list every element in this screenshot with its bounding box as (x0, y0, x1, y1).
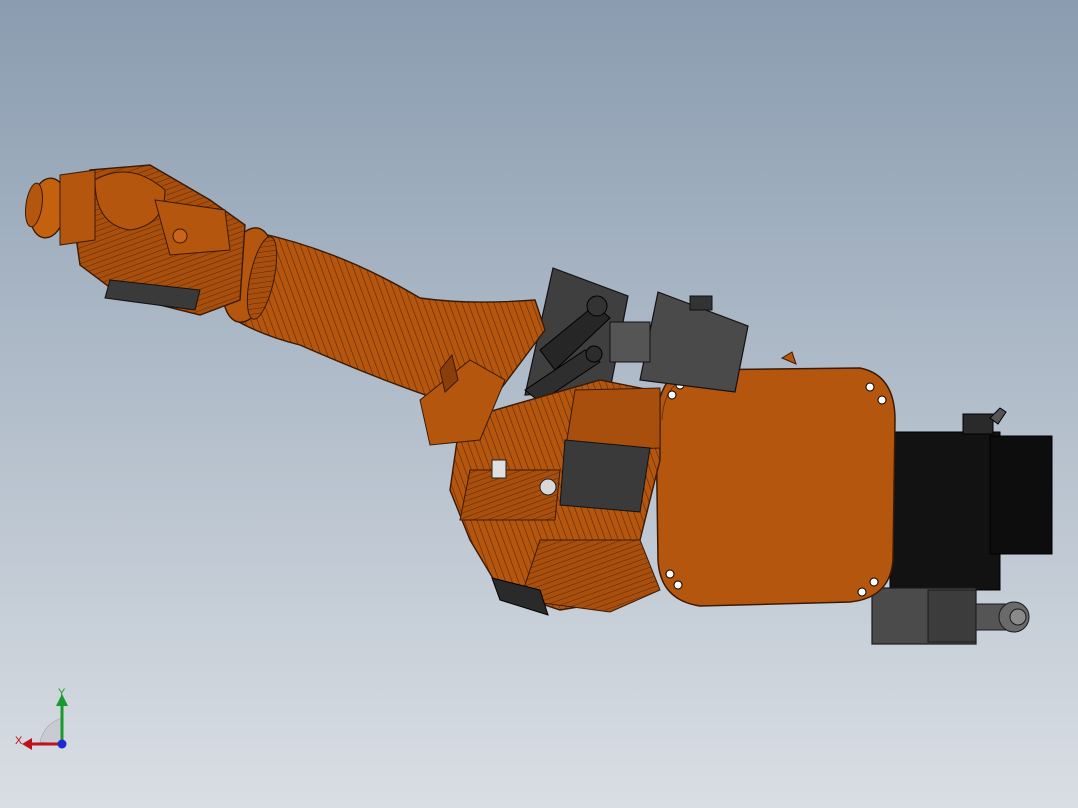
robot-arm-model[interactable] (0, 0, 1078, 808)
tool-flange[interactable] (23, 169, 96, 246)
graphics-viewport[interactable]: X Y (0, 0, 1078, 808)
bracket (780, 351, 797, 365)
forearm-wrist[interactable] (74, 164, 246, 316)
y-axis-label: Y (58, 687, 66, 699)
axis1-motor[interactable] (871, 587, 1030, 645)
x-axis-arrowhead (22, 738, 32, 750)
coordinate-triad: X Y (15, 687, 68, 750)
x-axis-label: X (15, 735, 23, 747)
z-axis-dot (57, 739, 67, 749)
base-motor-block[interactable] (889, 407, 1053, 591)
base-plate[interactable] (655, 367, 896, 607)
counterbalance-mechanism[interactable] (524, 267, 749, 403)
